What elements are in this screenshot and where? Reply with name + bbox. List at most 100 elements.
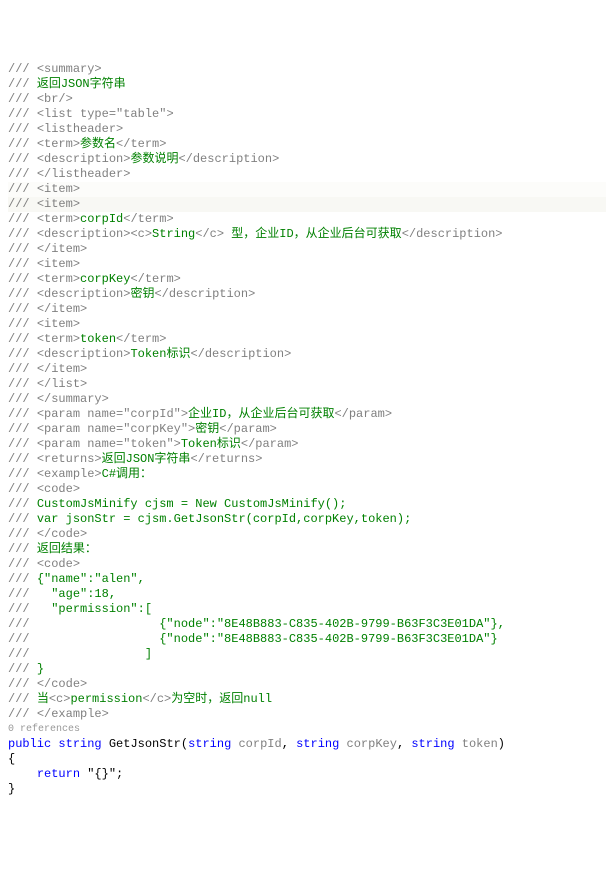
code-line: /// <item> xyxy=(8,257,606,272)
token: /// xyxy=(8,227,37,241)
token: 企业ID，从企业后台可获取 xyxy=(188,407,334,421)
token: /// xyxy=(8,692,37,706)
code-line: /// <code> xyxy=(8,557,606,572)
token: <code> xyxy=(37,557,80,571)
token: /// xyxy=(8,212,37,226)
token: , xyxy=(282,737,296,751)
token: var jsonStr = cjsm.GetJsonStr(corpId,cor… xyxy=(37,512,411,526)
token: /// xyxy=(8,317,37,331)
reference-count[interactable]: 0 references xyxy=(8,722,606,737)
token: </code> xyxy=(37,677,87,691)
token: </c> xyxy=(195,227,224,241)
token xyxy=(102,737,109,751)
token: string xyxy=(58,737,101,751)
code-line: /// <description>参数说明</description> xyxy=(8,152,606,167)
token: </list> xyxy=(37,377,87,391)
token: 返回结果： xyxy=(37,542,97,556)
token: corpKey xyxy=(347,737,397,751)
token: <description> xyxy=(37,287,131,301)
token: /// xyxy=(8,662,37,676)
token: <code> xyxy=(37,482,80,496)
token: "token" xyxy=(123,437,173,451)
token: 密钥 xyxy=(130,287,154,301)
code-line: /// 返回结果： xyxy=(8,542,606,557)
token: </returns> xyxy=(190,452,262,466)
code-line: /// <returns>返回JSON字符串</returns> xyxy=(8,452,606,467)
token: /// xyxy=(8,77,37,91)
code-line: /// <term>参数名</term> xyxy=(8,137,606,152)
token: <list type= xyxy=(37,107,116,121)
token: > xyxy=(174,437,181,451)
token: <returns> xyxy=(37,452,102,466)
token: </c> xyxy=(142,692,171,706)
token: > xyxy=(181,407,188,421)
token: <example> xyxy=(37,467,102,481)
token: ] xyxy=(145,647,152,661)
token: token xyxy=(80,332,116,346)
token: <term> xyxy=(37,137,80,151)
token: </term> xyxy=(116,332,166,346)
token: </description> xyxy=(178,152,279,166)
code-line: /// <item> xyxy=(8,317,606,332)
token: {"node":"8E48B883-C835-402B-9799-B63F3C3… xyxy=(159,632,497,646)
token: public xyxy=(8,737,51,751)
token: <summary> xyxy=(37,62,102,76)
token: </item> xyxy=(37,242,87,256)
token: <term> xyxy=(37,212,80,226)
token: /// xyxy=(8,527,37,541)
token: Token标识 xyxy=(181,437,241,451)
code-line: /// var jsonStr = cjsm.GetJsonStr(corpId… xyxy=(8,512,606,527)
code-line: /// </summary> xyxy=(8,392,606,407)
token: 参数名 xyxy=(80,137,116,151)
code-line: /// 返回JSON字符串 xyxy=(8,77,606,92)
token: <item> xyxy=(37,197,80,211)
code-line: /// <example>C#调用： xyxy=(8,467,606,482)
token: /// xyxy=(8,617,159,631)
token xyxy=(339,737,346,751)
token: </description> xyxy=(402,227,503,241)
code-line: /// </code> xyxy=(8,527,606,542)
token: </item> xyxy=(37,302,87,316)
token: 参数说明 xyxy=(130,152,178,166)
token: {"node":"8E48B883-C835-402B-9799-B63F3C3… xyxy=(159,617,505,631)
token: </term> xyxy=(116,137,166,151)
token: /// xyxy=(8,257,37,271)
token: /// xyxy=(8,482,37,496)
token: return xyxy=(37,767,80,781)
token: /// xyxy=(8,332,37,346)
token: /// xyxy=(8,182,37,196)
token: string xyxy=(296,737,339,751)
token: /// xyxy=(8,107,37,121)
code-line: /// </example> xyxy=(8,707,606,722)
code-line: /// </item> xyxy=(8,242,606,257)
token: <term> xyxy=(37,272,80,286)
code-line: /// <list type="table"> xyxy=(8,107,606,122)
token: String xyxy=(152,227,195,241)
token: /// xyxy=(8,122,37,136)
code-line: /// {"node":"8E48B883-C835-402B-9799-B63… xyxy=(8,617,606,632)
token: <param name= xyxy=(37,407,123,421)
token: /// xyxy=(8,92,37,106)
code-line: /// <item> xyxy=(8,182,606,197)
token: /// xyxy=(8,512,37,526)
token: /// xyxy=(8,362,37,376)
code-line: /// <term>corpKey</term> xyxy=(8,272,606,287)
token: <param name= xyxy=(37,437,123,451)
token: </code> xyxy=(37,527,87,541)
code-line: /// <description>Token标识</description> xyxy=(8,347,606,362)
token: /// xyxy=(8,392,37,406)
token: /// xyxy=(8,377,37,391)
code-line: /// <param name="token">Token标识</param> xyxy=(8,437,606,452)
code-line: /// <description><c>String</c> 型，企业ID，从企… xyxy=(8,227,606,242)
code-line: /// <param name="corpKey">密钥</param> xyxy=(8,422,606,437)
token: /// xyxy=(8,707,37,721)
code-line: /// <term>token</term> xyxy=(8,332,606,347)
token: 为空时，返回null xyxy=(171,692,272,706)
token: Token标识 xyxy=(130,347,190,361)
token: 返回JSON字符串 xyxy=(102,452,191,466)
code-line: /// ] xyxy=(8,647,606,662)
code-line: /// {"name":"alen", xyxy=(8,572,606,587)
token: } xyxy=(37,662,44,676)
token: } xyxy=(8,782,15,796)
code-line: { xyxy=(8,752,606,767)
